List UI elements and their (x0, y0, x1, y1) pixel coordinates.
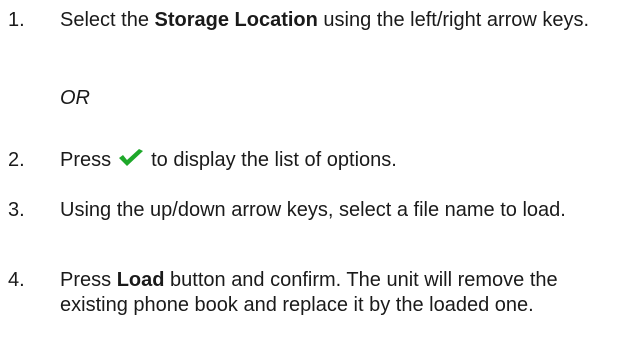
step-text-after: to display the list of options. (151, 149, 397, 171)
step-text-before: Press (60, 149, 112, 171)
or-label: OR (60, 87, 90, 109)
step-text: Using the up/down arrow keys, select a f… (60, 199, 566, 221)
step-number: 1. (8, 9, 25, 31)
step-number: 4. (8, 269, 25, 291)
step-number: 3. (8, 199, 25, 221)
step-text: Press to display the list of options. (60, 148, 612, 173)
step-number: 2. (8, 149, 25, 171)
step-text-before: Select the (60, 9, 155, 31)
load-button-label: Load (116, 269, 165, 291)
storage-location-label: Storage Location (154, 9, 318, 31)
step-text-before: Press (60, 269, 117, 291)
step-text-after: using the left/right arrow keys. (317, 9, 590, 31)
checkmark-icon (119, 149, 144, 166)
step-text: Press Load button and confirm. The unit … (60, 268, 612, 318)
step-text: Select the Storage Location using the le… (60, 8, 612, 33)
